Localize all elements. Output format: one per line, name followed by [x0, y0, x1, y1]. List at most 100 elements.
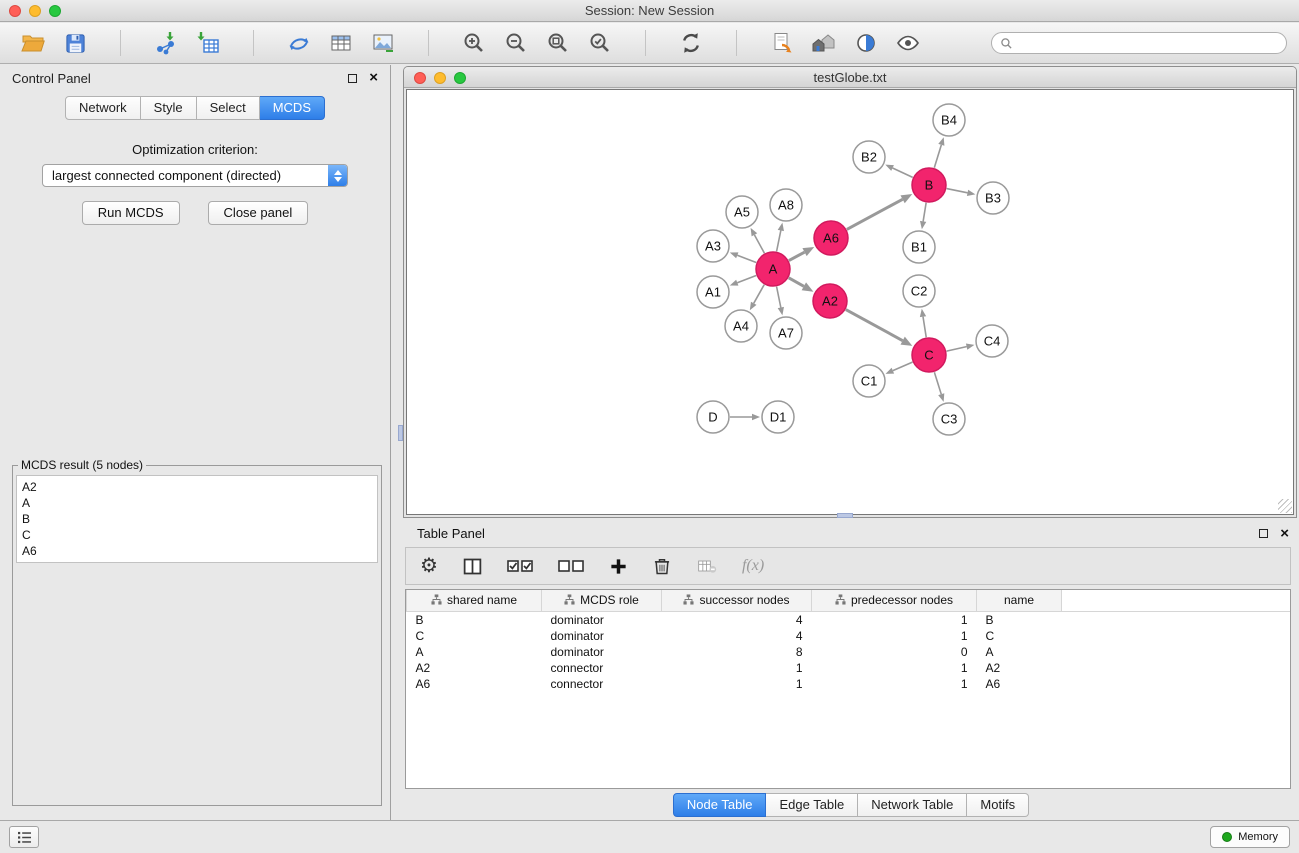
create-column-button[interactable]: [609, 557, 628, 576]
apply-layout-button[interactable]: [677, 29, 705, 57]
column-header-name[interactable]: name: [977, 590, 1062, 611]
node-D1[interactable]: D1: [762, 401, 794, 433]
tab-select[interactable]: Select: [197, 96, 260, 120]
network-window-titlebar[interactable]: testGlobe.txt: [404, 67, 1296, 88]
node-A7[interactable]: A7: [770, 317, 802, 349]
save-session-button[interactable]: [61, 29, 89, 57]
column-header-mcds-role[interactable]: MCDS role: [542, 590, 662, 611]
zoom-in-button[interactable]: [460, 29, 488, 57]
edge-C-C4[interactable]: [947, 347, 967, 351]
node-A1[interactable]: A1: [697, 276, 729, 308]
delete-table-button[interactable]: [696, 556, 718, 576]
close-panel-icon[interactable]: ×: [369, 73, 378, 83]
import-table-button[interactable]: [194, 29, 222, 57]
node-A[interactable]: A: [756, 252, 790, 286]
edge-A-A7[interactable]: [777, 287, 781, 308]
edge-A-A1[interactable]: [737, 275, 756, 282]
column-header-predecessor-nodes[interactable]: predecessor nodes: [812, 590, 977, 611]
node-A5[interactable]: A5: [726, 196, 758, 228]
memory-button[interactable]: Memory: [1210, 826, 1290, 848]
export-image-button[interactable]: [369, 29, 397, 57]
float-panel-icon[interactable]: [348, 74, 357, 83]
node-B2[interactable]: B2: [853, 141, 885, 173]
node-D[interactable]: D: [697, 401, 729, 433]
function-builder-icon[interactable]: f(x): [742, 557, 764, 575]
close-table-panel-icon[interactable]: ×: [1280, 529, 1289, 539]
node-A2[interactable]: A2: [813, 284, 847, 318]
node-C[interactable]: C: [912, 338, 946, 372]
import-network-button[interactable]: [152, 29, 180, 57]
mcds-result-item[interactable]: C: [22, 527, 372, 543]
table-settings-gear-icon[interactable]: ⚙: [420, 556, 438, 576]
mcds-result-item[interactable]: A2: [22, 479, 372, 495]
table-row[interactable]: A2connector11A2: [407, 660, 1291, 676]
column-header-successor-nodes[interactable]: successor nodes: [662, 590, 812, 611]
edge-A-A5[interactable]: [754, 235, 764, 253]
zoom-out-button[interactable]: [502, 29, 530, 57]
tab-edge-table[interactable]: Edge Table: [766, 793, 858, 817]
edge-A2-C[interactable]: [846, 310, 903, 341]
search-field[interactable]: [991, 32, 1287, 54]
delete-column-button[interactable]: [652, 556, 672, 576]
close-panel-button[interactable]: Close panel: [208, 201, 309, 225]
splitter-handle-vertical[interactable]: [398, 425, 403, 441]
zoom-selected-button[interactable]: [586, 29, 614, 57]
edge-B-B1[interactable]: [923, 203, 926, 222]
edge-A6-B[interactable]: [847, 199, 903, 229]
new-table-button[interactable]: [327, 29, 355, 57]
float-table-panel-icon[interactable]: [1259, 529, 1268, 538]
mcds-result-item[interactable]: A6: [22, 543, 372, 559]
optimization-criterion-select[interactable]: largest connected component (directed): [42, 164, 348, 187]
edge-C-C2[interactable]: [923, 317, 926, 338]
task-history-button[interactable]: [9, 826, 39, 848]
node-B4[interactable]: B4: [933, 104, 965, 136]
edge-A-A4[interactable]: [754, 285, 764, 304]
edge-A-A6[interactable]: [789, 252, 805, 260]
table-row[interactable]: Cdominator41C: [407, 628, 1291, 644]
new-network-button[interactable]: [285, 29, 313, 57]
node-table[interactable]: shared name MCDS role: [405, 589, 1291, 789]
show-columns-button[interactable]: [462, 556, 483, 577]
edge-A-A3[interactable]: [737, 255, 756, 262]
edge-A-A2[interactable]: [789, 278, 804, 287]
mcds-result-item[interactable]: B: [22, 511, 372, 527]
tab-motifs[interactable]: Motifs: [967, 793, 1029, 817]
node-A4[interactable]: A4: [725, 310, 757, 342]
splitter-handle-horizontal[interactable]: [837, 513, 853, 518]
table-row[interactable]: Bdominator41B: [407, 611, 1291, 628]
edge-C-C3[interactable]: [934, 372, 941, 394]
node-A6[interactable]: A6: [814, 221, 848, 255]
tab-style[interactable]: Style: [141, 96, 197, 120]
table-row[interactable]: Adominator80A: [407, 644, 1291, 660]
search-input[interactable]: [1018, 36, 1278, 50]
unselect-all-columns-button[interactable]: [558, 558, 585, 574]
edge-A-A8[interactable]: [777, 230, 781, 251]
tab-network-table[interactable]: Network Table: [858, 793, 967, 817]
zoom-fit-button[interactable]: [544, 29, 572, 57]
node-B3[interactable]: B3: [977, 182, 1009, 214]
open-session-file-button[interactable]: [768, 29, 796, 57]
edge-B-B3[interactable]: [947, 189, 968, 193]
edge-B-B4[interactable]: [934, 145, 941, 168]
open-file-button[interactable]: [19, 29, 47, 57]
node-A3[interactable]: A3: [697, 230, 729, 262]
mcds-result-item[interactable]: A: [22, 495, 372, 511]
run-mcds-button[interactable]: Run MCDS: [82, 201, 180, 225]
graphics-details-button[interactable]: [852, 29, 880, 57]
node-C1[interactable]: C1: [853, 365, 885, 397]
node-B1[interactable]: B1: [903, 231, 935, 263]
tab-network[interactable]: Network: [65, 96, 141, 120]
birdseye-view-button[interactable]: [894, 29, 922, 57]
home-button[interactable]: [810, 29, 838, 57]
node-C3[interactable]: C3: [933, 403, 965, 435]
node-B[interactable]: B: [912, 168, 946, 202]
edge-C-C1[interactable]: [893, 362, 913, 371]
node-A8[interactable]: A8: [770, 189, 802, 221]
tab-mcds[interactable]: MCDS: [260, 96, 325, 120]
table-row[interactable]: A6connector11A6: [407, 676, 1291, 692]
column-header-shared-name[interactable]: shared name: [407, 590, 542, 611]
mcds-result-list[interactable]: A2ABCA6: [16, 475, 378, 563]
tab-node-table[interactable]: Node Table: [673, 793, 767, 817]
edge-B-B2[interactable]: [893, 168, 913, 177]
node-C4[interactable]: C4: [976, 325, 1008, 357]
